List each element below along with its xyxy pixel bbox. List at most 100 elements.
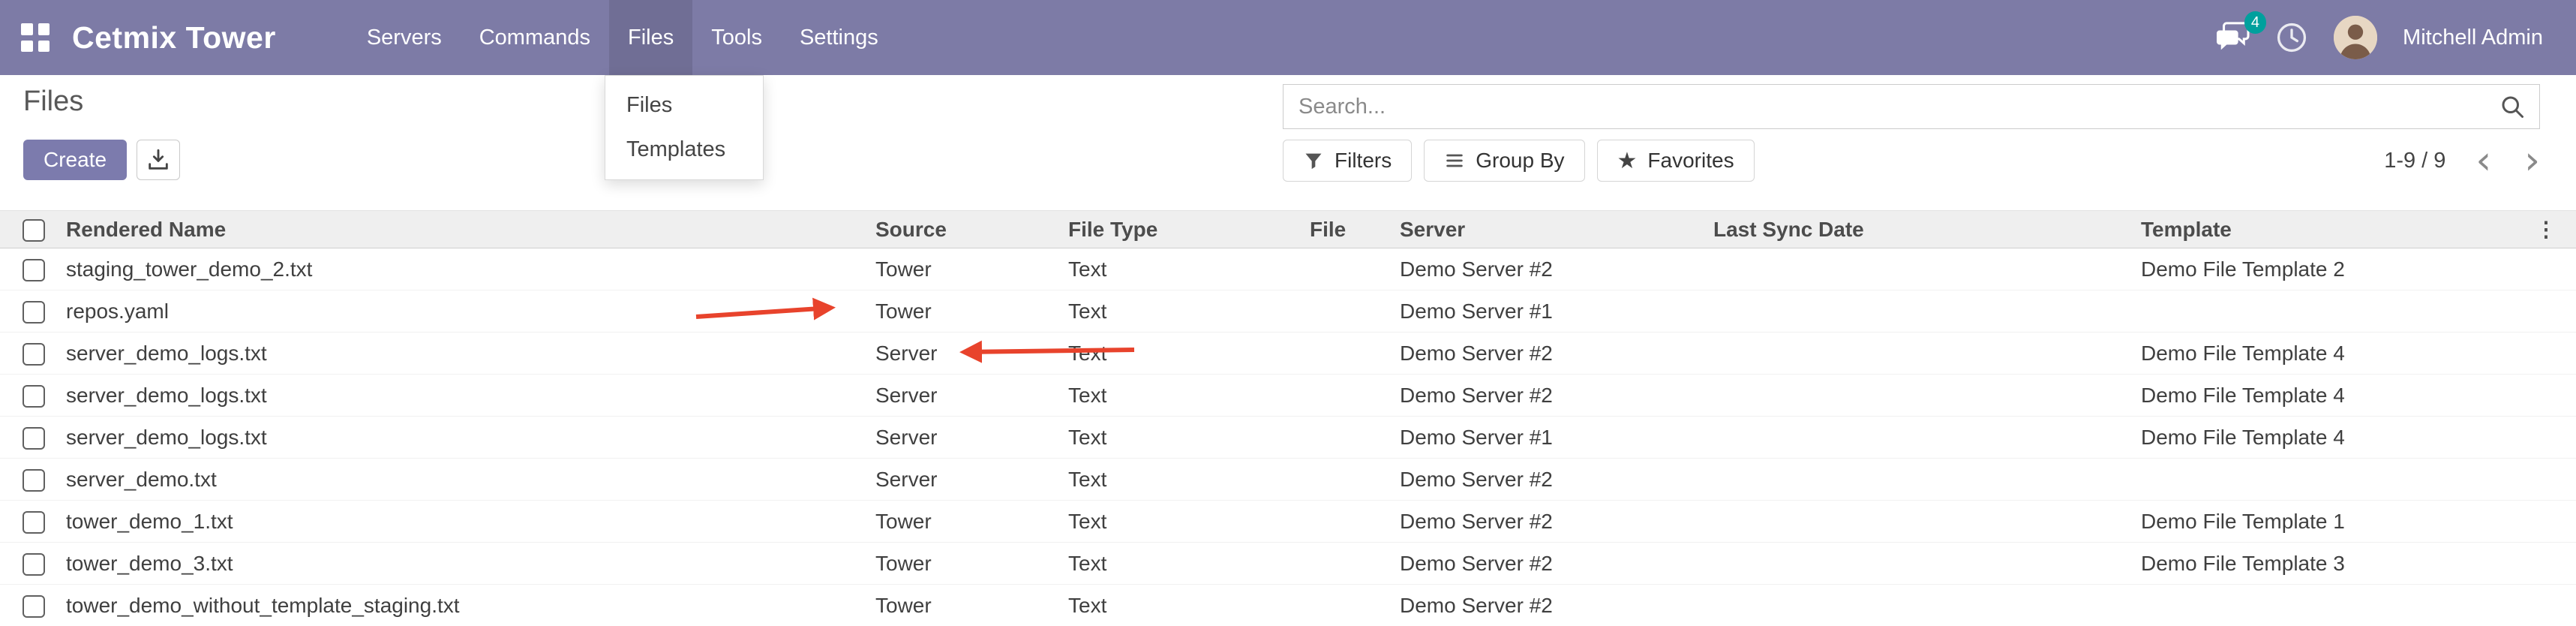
column-header-last-sync-date[interactable]: Last Sync Date: [1713, 211, 2141, 248]
row-checkbox[interactable]: [23, 595, 45, 618]
avatar[interactable]: [2334, 16, 2377, 59]
cell-source: Tower: [875, 543, 1068, 585]
filters-button[interactable]: Filters: [1283, 140, 1412, 182]
menu-item-servers[interactable]: Servers: [348, 0, 461, 75]
column-header-template[interactable]: Template: [2141, 211, 2516, 248]
cell-rendered-name: server_demo_logs.txt: [66, 375, 875, 417]
row-checkbox[interactable]: [23, 343, 45, 366]
select-all-checkbox[interactable]: [23, 219, 45, 242]
column-header-source[interactable]: Source: [875, 211, 1068, 248]
cell-file: [1310, 248, 1400, 290]
cell-last-sync-date: [1713, 375, 2141, 417]
user-menu[interactable]: Mitchell Admin: [2403, 26, 2543, 50]
files-table-body: staging_tower_demo_2.txt Tower Text Demo…: [0, 248, 2576, 626]
search-input[interactable]: [1283, 95, 2499, 119]
cell-file-type: Text: [1068, 459, 1310, 501]
table-row[interactable]: server_demo.txt Server Text Demo Server …: [0, 459, 2576, 501]
cell-server: Demo Server #2: [1400, 248, 1713, 290]
pager: 1-9 / 9 ‹ ›: [2384, 140, 2543, 182]
table-row[interactable]: tower_demo_without_template_staging.txt …: [0, 585, 2576, 626]
files-menu-dropdown: Files Templates: [605, 75, 764, 180]
group-by-icon: [1444, 150, 1465, 171]
files-list-view: Rendered Name Source File Type File Serv…: [0, 210, 2576, 626]
person-icon: [2334, 16, 2377, 59]
menu-item-settings[interactable]: Settings: [781, 0, 897, 75]
table-row[interactable]: tower_demo_1.txt Tower Text Demo Server …: [0, 501, 2576, 543]
search-options: Filters Group By ★ Favorites: [1283, 140, 1755, 182]
cell-last-sync-date: [1713, 459, 2141, 501]
cell-template: Demo File Template 4: [2141, 417, 2516, 459]
cell-file-type: Text: [1068, 248, 1310, 290]
cell-file: [1310, 333, 1400, 375]
row-checkbox[interactable]: [23, 259, 45, 281]
table-row[interactable]: server_demo_logs.txt Server Text Demo Se…: [0, 375, 2576, 417]
cell-last-sync-date: [1713, 501, 2141, 543]
column-header-file-type[interactable]: File Type: [1068, 211, 1310, 248]
cell-file-type: Text: [1068, 543, 1310, 585]
menu-item-commands[interactable]: Commands: [461, 0, 609, 75]
search-icon[interactable]: [2499, 93, 2526, 120]
cell-last-sync-date: [1713, 290, 2141, 333]
row-checkbox[interactable]: [23, 427, 45, 450]
create-button[interactable]: Create: [23, 140, 127, 180]
column-header-rendered-name[interactable]: Rendered Name: [66, 211, 875, 248]
activities-icon[interactable]: [2275, 21, 2308, 54]
cell-file-type: Text: [1068, 333, 1310, 375]
column-header-server[interactable]: Server: [1400, 211, 1713, 248]
control-panel: Files Create Filters Group By ★: [0, 75, 2576, 210]
row-checkbox[interactable]: [23, 301, 45, 324]
cell-source: Server: [875, 333, 1068, 375]
export-button[interactable]: [137, 140, 180, 180]
search-box: [1283, 84, 2540, 129]
cell-template: [2141, 585, 2516, 626]
row-checkbox[interactable]: [23, 469, 45, 492]
table-header-row: Rendered Name Source File Type File Serv…: [0, 211, 2576, 248]
dropdown-item-templates[interactable]: Templates: [605, 128, 763, 172]
row-checkbox[interactable]: [23, 511, 45, 534]
cell-server: Demo Server #2: [1400, 585, 1713, 626]
cell-source: Server: [875, 459, 1068, 501]
cell-rendered-name: server_demo_logs.txt: [66, 333, 875, 375]
optional-columns-toggle-icon[interactable]: ⋮: [2516, 211, 2576, 248]
apps-menu-icon[interactable]: [21, 23, 50, 52]
cell-last-sync-date: [1713, 333, 2141, 375]
table-row[interactable]: staging_tower_demo_2.txt Tower Text Demo…: [0, 248, 2576, 290]
group-by-label: Group By: [1476, 149, 1564, 173]
cell-file: [1310, 585, 1400, 626]
cell-rendered-name: staging_tower_demo_2.txt: [66, 248, 875, 290]
cell-server: Demo Server #1: [1400, 417, 1713, 459]
cell-source: Tower: [875, 501, 1068, 543]
table-row[interactable]: server_demo_logs.txt Server Text Demo Se…: [0, 333, 2576, 375]
filter-funnel-icon: [1303, 150, 1324, 171]
dropdown-item-files[interactable]: Files: [605, 83, 763, 128]
cell-template: Demo File Template 4: [2141, 333, 2516, 375]
cell-last-sync-date: [1713, 248, 2141, 290]
cell-source: Tower: [875, 290, 1068, 333]
cell-template: Demo File Template 1: [2141, 501, 2516, 543]
cell-template: [2141, 459, 2516, 501]
row-checkbox[interactable]: [23, 385, 45, 408]
row-checkbox[interactable]: [23, 553, 45, 576]
menu-item-tools[interactable]: Tools: [692, 0, 781, 75]
table-row[interactable]: repos.yaml Tower Text Demo Server #1: [0, 290, 2576, 333]
table-row[interactable]: tower_demo_3.txt Tower Text Demo Server …: [0, 543, 2576, 585]
cell-template: Demo File Template 4: [2141, 375, 2516, 417]
pager-previous-icon[interactable]: ‹: [2472, 141, 2494, 180]
cell-template: [2141, 290, 2516, 333]
cell-source: Tower: [875, 248, 1068, 290]
download-icon: [146, 147, 171, 173]
favorites-button[interactable]: ★ Favorites: [1597, 140, 1755, 182]
menu-item-files[interactable]: Files: [609, 0, 692, 75]
cell-file: [1310, 290, 1400, 333]
messages-icon[interactable]: 4: [2215, 22, 2250, 53]
group-by-button[interactable]: Group By: [1424, 140, 1584, 182]
clock-icon: [2275, 21, 2308, 54]
column-header-file[interactable]: File: [1310, 211, 1400, 248]
pager-next-icon[interactable]: ›: [2521, 141, 2543, 180]
app-title: Cetmix Tower: [72, 20, 276, 56]
cell-rendered-name: tower_demo_1.txt: [66, 501, 875, 543]
cell-server: Demo Server #2: [1400, 543, 1713, 585]
cell-file-type: Text: [1068, 375, 1310, 417]
main-menu: Servers Commands Files Tools Settings: [348, 0, 897, 75]
table-row[interactable]: server_demo_logs.txt Server Text Demo Se…: [0, 417, 2576, 459]
